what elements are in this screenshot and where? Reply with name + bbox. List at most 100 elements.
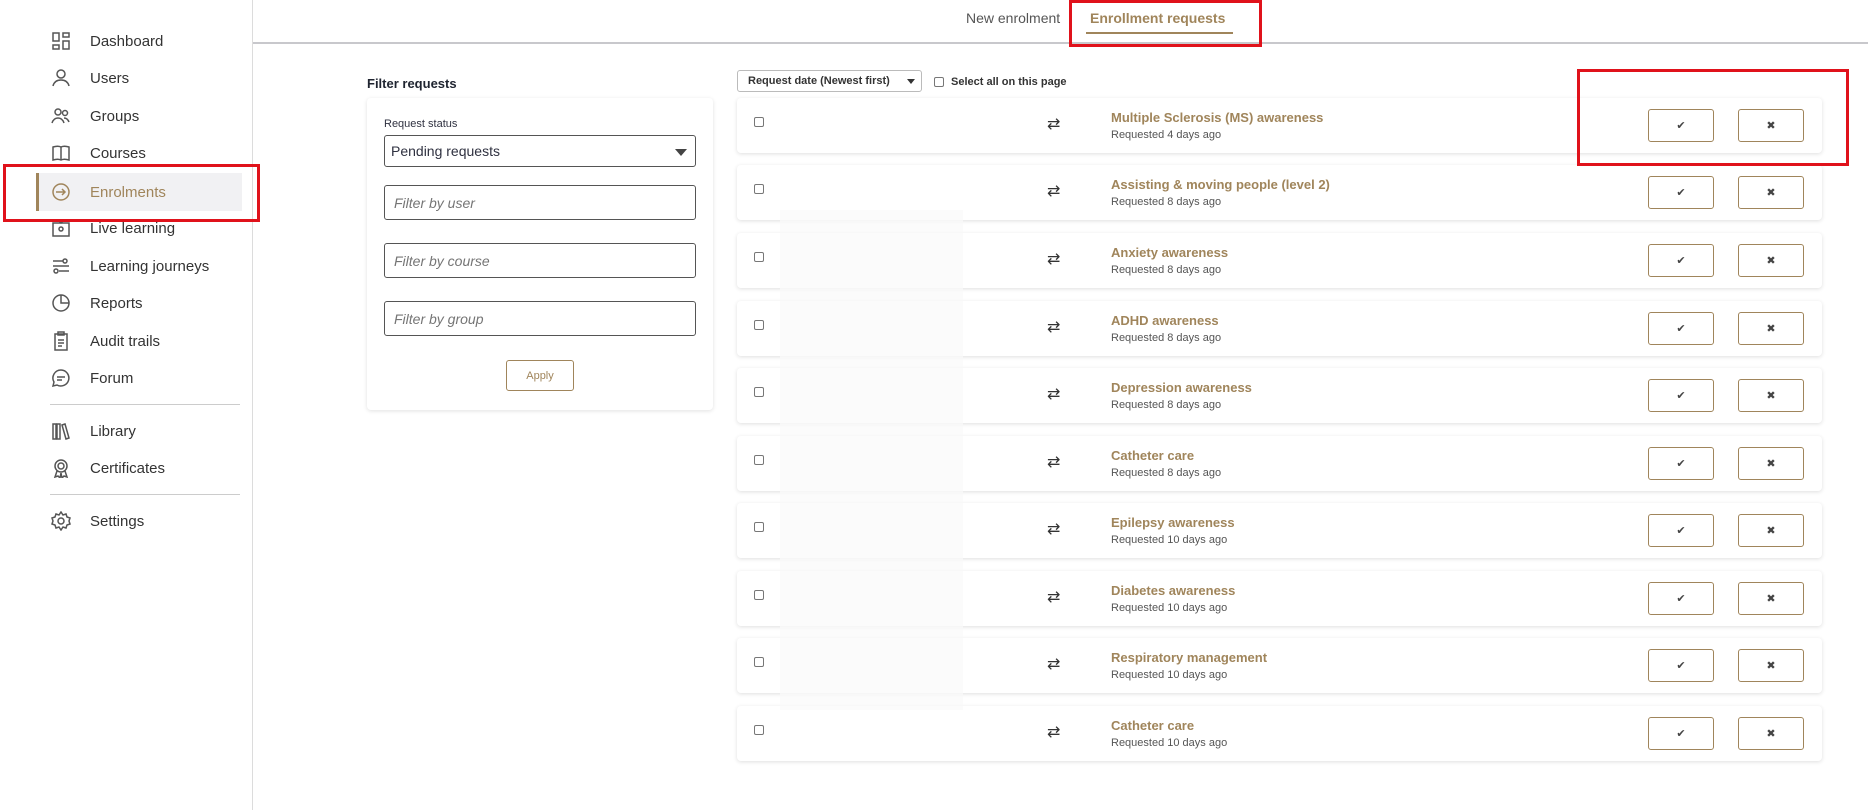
row-checkbox[interactable] [754,657,764,667]
sidebar-item-learning-journeys[interactable]: Learning journeys [50,249,209,283]
course-name[interactable]: ADHD awareness [1111,313,1219,328]
swap-icon: ⇄ [1047,589,1061,606]
approve-button[interactable]: ✔ [1648,379,1714,412]
chevron-down-icon [907,79,915,84]
sidebar-item-library[interactable]: Library [50,414,136,448]
sidebar-item-label: Enrolments [90,183,166,201]
sidebar-item-label: Reports [90,294,143,312]
select-all[interactable]: Select all on this page [934,76,1067,88]
swap-icon: ⇄ [1047,724,1061,741]
reject-button[interactable]: ✖ [1738,109,1804,142]
apply-button[interactable]: Apply [506,360,574,391]
requested-time: Requested 8 days ago [1111,264,1222,276]
redacted-user-area [780,210,963,710]
sidebar-item-audit-trails[interactable]: Audit trails [50,324,160,358]
sidebar-item-label: Learning journeys [90,257,210,275]
approve-button[interactable]: ✔ [1648,109,1714,142]
row-checkbox[interactable] [754,184,764,194]
certificate-icon [50,457,72,479]
row-checkbox[interactable] [754,522,764,532]
reject-button[interactable]: ✖ [1738,514,1804,547]
check-icon: ✔ [1676,525,1686,537]
sidebar-item-enrolments[interactable]: Enrolments [36,173,242,211]
row-checkbox[interactable] [754,725,764,735]
course-name[interactable]: Catheter care [1111,448,1194,463]
sidebar: Dashboard Users Groups Courses Enrolment… [0,0,253,810]
course-name[interactable]: Multiple Sclerosis (MS) awareness [1111,110,1323,125]
reject-button[interactable]: ✖ [1738,176,1804,209]
sidebar-item-users[interactable]: Users [50,61,129,95]
reject-button[interactable]: ✖ [1738,649,1804,682]
sidebar-item-groups[interactable]: Groups [50,99,139,133]
row-checkbox[interactable] [754,455,764,465]
close-icon: ✖ [1766,525,1776,537]
sidebar-item-certificates[interactable]: Certificates [50,451,165,485]
course-name[interactable]: Epilepsy awareness [1111,515,1235,530]
check-icon: ✔ [1676,458,1686,470]
row-checkbox[interactable] [754,320,764,330]
requested-time: Requested 10 days ago [1111,669,1228,681]
request-row: ⇄ Multiple Sclerosis (MS) awareness Requ… [737,98,1822,153]
approve-button[interactable]: ✔ [1648,582,1714,615]
row-checkbox[interactable] [754,117,764,127]
swap-icon: ⇄ [1047,656,1061,673]
reject-button[interactable]: ✖ [1738,717,1804,750]
approve-button[interactable]: ✔ [1648,244,1714,277]
course-name[interactable]: Respiratory management [1111,650,1267,665]
tab-enrollment-requests[interactable]: Enrollment requests [1086,10,1234,34]
course-name[interactable]: Catheter care [1111,718,1194,733]
close-icon: ✖ [1766,660,1776,672]
reject-button[interactable]: ✖ [1738,244,1804,277]
swap-icon: ⇄ [1047,454,1061,471]
approve-button[interactable]: ✔ [1648,514,1714,547]
sidebar-item-label: Library [90,422,136,440]
close-icon: ✖ [1766,593,1776,605]
approve-button[interactable]: ✔ [1648,447,1714,480]
row-checkbox[interactable] [754,590,764,600]
sidebar-item-label: Live learning [90,219,176,237]
reject-button[interactable]: ✖ [1738,312,1804,345]
sidebar-item-forum[interactable]: Forum [50,361,133,395]
request-status-select[interactable]: Pending requests [384,135,696,167]
close-icon: ✖ [1766,728,1776,740]
filter-group-input[interactable] [384,301,696,336]
approve-button[interactable]: ✔ [1648,717,1714,750]
close-icon: ✖ [1766,120,1776,132]
sidebar-item-dashboard[interactable]: Dashboard [50,24,163,58]
approve-button[interactable]: ✔ [1648,649,1714,682]
close-icon: ✖ [1766,187,1776,199]
swap-icon: ⇄ [1047,386,1061,403]
sidebar-item-reports[interactable]: Reports [50,286,143,320]
sidebar-item-courses[interactable]: Courses [50,136,146,170]
select-all-checkbox[interactable] [934,77,944,87]
reject-button[interactable]: ✖ [1738,379,1804,412]
approve-button[interactable]: ✔ [1648,176,1714,209]
groups-icon [50,105,72,127]
check-icon: ✔ [1676,593,1686,605]
course-name[interactable]: Depression awareness [1111,380,1252,395]
check-icon: ✔ [1676,660,1686,672]
course-name[interactable]: Diabetes awareness [1111,583,1235,598]
course-name[interactable]: Anxiety awareness [1111,245,1228,260]
filter-user-input[interactable] [384,185,696,220]
filter-course-input[interactable] [384,243,696,278]
request-row: ⇄ Catheter care Requested 10 days ago ✔ … [737,706,1822,761]
sidebar-item-label: Users [90,69,130,87]
tab-new-enrolment[interactable]: New enrolment [966,10,1060,26]
close-icon: ✖ [1766,255,1776,267]
filter-title: Filter requests [367,76,457,91]
swap-icon: ⇄ [1047,116,1061,133]
sidebar-item-live-learning[interactable]: Live learning [50,211,175,245]
sidebar-item-label: Settings [90,512,145,530]
sort-select[interactable]: Request date (Newest first) [737,70,922,92]
reject-button[interactable]: ✖ [1738,582,1804,615]
row-checkbox[interactable] [754,387,764,397]
sidebar-item-settings[interactable]: Settings [50,504,144,538]
course-name[interactable]: Assisting & moving people (level 2) [1111,177,1330,192]
reject-button[interactable]: ✖ [1738,447,1804,480]
sidebar-item-label: Groups [90,107,140,125]
sidebar-item-label: Forum [90,369,134,387]
row-checkbox[interactable] [754,252,764,262]
requested-time: Requested 10 days ago [1111,602,1228,614]
approve-button[interactable]: ✔ [1648,312,1714,345]
